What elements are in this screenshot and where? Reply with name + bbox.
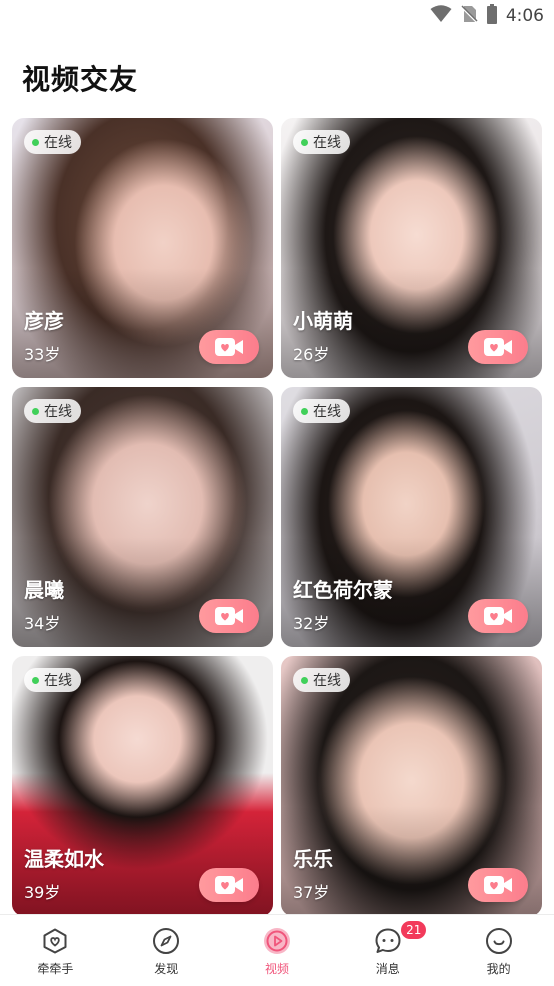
- nav-item-profile[interactable]: 我的: [443, 915, 554, 986]
- online-dot-icon: [32, 407, 39, 415]
- online-dot-icon: [301, 138, 308, 146]
- video-camera-heart-icon: [215, 876, 243, 894]
- nav-label: 视频: [264, 962, 289, 976]
- online-dot-icon: [32, 676, 39, 684]
- online-dot-icon: [301, 676, 308, 684]
- video-call-button[interactable]: [199, 330, 259, 364]
- play-icon: [263, 928, 290, 954]
- bottom-nav: 牵牵手 发现 视频 21 消息 我的: [0, 914, 554, 986]
- video-camera-heart-icon: [484, 607, 512, 625]
- online-badge: 在线: [293, 399, 350, 423]
- chat-icon: [375, 928, 401, 953]
- page-title: 视频交友: [22, 63, 139, 96]
- video-camera-heart-icon: [215, 338, 243, 356]
- no-sim-icon: [459, 5, 478, 27]
- battery-icon: [486, 4, 498, 28]
- user-name: 晨曦: [24, 578, 64, 602]
- status-time: 4:06: [505, 6, 544, 26]
- video-camera-heart-icon: [484, 338, 512, 356]
- video-call-button[interactable]: [468, 599, 528, 633]
- nav-label: 我的: [486, 962, 511, 976]
- user-age: 26岁: [293, 345, 330, 364]
- video-call-button[interactable]: [199, 868, 259, 902]
- nav-item-messages[interactable]: 21 消息: [332, 915, 443, 986]
- nav-label: 发现: [154, 962, 179, 976]
- user-card[interactable]: 在线 小萌萌 26岁: [281, 118, 542, 378]
- nav-item-qianqianshou[interactable]: 牵牵手: [0, 915, 111, 986]
- wifi-icon: [430, 5, 452, 27]
- online-status-label: 在线: [44, 404, 72, 420]
- user-card[interactable]: 在线 乐乐 37岁: [281, 656, 542, 916]
- online-badge: 在线: [293, 668, 350, 692]
- user-name: 温柔如水: [24, 847, 104, 871]
- nav-label: 牵牵手: [37, 962, 74, 976]
- user-age: 39岁: [24, 883, 61, 902]
- compass-icon: [153, 928, 180, 954]
- online-dot-icon: [32, 138, 39, 146]
- video-call-button[interactable]: [468, 330, 528, 364]
- user-name: 彦彦: [24, 309, 64, 333]
- online-status-label: 在线: [44, 673, 72, 689]
- user-name: 小萌萌: [293, 309, 353, 333]
- heart-home-icon: [43, 928, 67, 954]
- online-badge: 在线: [24, 130, 81, 154]
- video-call-button[interactable]: [468, 868, 528, 902]
- online-badge: 在线: [293, 130, 350, 154]
- nav-label: 消息: [375, 962, 400, 976]
- user-card[interactable]: 在线 彦彦 33岁: [12, 118, 273, 378]
- online-dot-icon: [301, 407, 308, 415]
- user-name: 乐乐: [293, 847, 333, 871]
- user-card[interactable]: 在线 温柔如水 39岁: [12, 656, 273, 916]
- status-bar: 4:06: [0, 0, 554, 32]
- online-badge: 在线: [24, 668, 81, 692]
- online-badge: 在线: [24, 399, 81, 423]
- video-call-button[interactable]: [199, 599, 259, 633]
- video-camera-heart-icon: [215, 607, 243, 625]
- user-age: 34岁: [24, 614, 61, 633]
- online-status-label: 在线: [313, 673, 341, 689]
- online-status-label: 在线: [313, 404, 341, 420]
- nav-item-discover[interactable]: 发现: [111, 915, 222, 986]
- user-name: 红色荷尔蒙: [293, 578, 393, 602]
- online-status-label: 在线: [313, 135, 341, 151]
- user-card[interactable]: 在线 晨曦 34岁: [12, 387, 273, 647]
- online-status-label: 在线: [44, 135, 72, 151]
- user-age: 32岁: [293, 614, 330, 633]
- smile-icon: [485, 928, 512, 954]
- user-age: 37岁: [293, 883, 330, 902]
- nav-item-video[interactable]: 视频: [222, 915, 333, 986]
- user-card[interactable]: 在线 红色荷尔蒙 32岁: [281, 387, 542, 647]
- unread-count-badge: 21: [401, 921, 427, 939]
- video-camera-heart-icon: [484, 876, 512, 894]
- user-age: 33岁: [24, 345, 61, 364]
